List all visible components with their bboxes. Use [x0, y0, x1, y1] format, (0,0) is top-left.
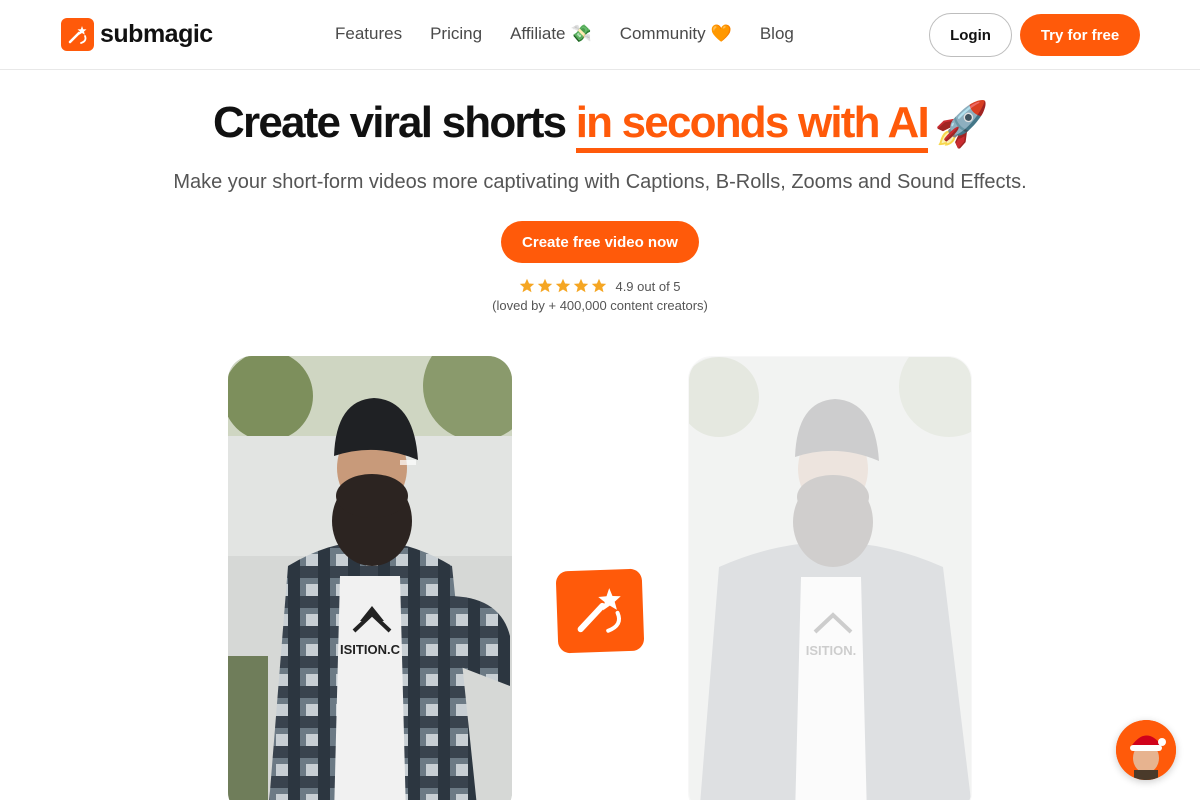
- submagic-logo-icon: [555, 568, 645, 654]
- nav-affiliate[interactable]: Affiliate 💸: [510, 24, 592, 44]
- create-free-video-button[interactable]: Create free video now: [501, 221, 699, 263]
- video-frame-right: ISITION.: [689, 357, 971, 800]
- magic-wand-icon: [61, 18, 94, 51]
- money-icon: 💸: [570, 24, 592, 43]
- try-for-free-button[interactable]: Try for free: [1020, 14, 1140, 56]
- rating-text: 4.9 out of 5: [615, 278, 681, 294]
- nav-blog-label: Blog: [759, 24, 794, 43]
- rocket-icon: 🚀: [933, 100, 989, 149]
- left-shirt-text: ISITION.C: [340, 642, 401, 657]
- brand-logo[interactable]: submagic: [61, 18, 213, 51]
- star-icon: [592, 278, 607, 293]
- login-button[interactable]: Login: [929, 13, 1012, 57]
- nav-affiliate-label: Affiliate: [510, 24, 566, 43]
- edited-video-preview[interactable]: ISITION.: [688, 356, 972, 800]
- hero-headline: Create viral shorts in seconds with AI 🚀: [0, 98, 1200, 153]
- avatar-santa-hat-icon: [1116, 720, 1176, 780]
- hero-subline: Make your short-form videos more captiva…: [173, 171, 1027, 193]
- nav-community-label: Community: [619, 24, 706, 43]
- star-icon: [538, 278, 553, 293]
- original-video-preview[interactable]: ISITION.C: [228, 356, 512, 800]
- support-chat-avatar[interactable]: [1116, 720, 1176, 780]
- main-nav: Features Pricing Affiliate 💸 Community 🧡 B…: [335, 24, 794, 44]
- nav-community[interactable]: Community 🧡: [620, 24, 732, 44]
- heart-icon: 🧡: [710, 24, 732, 43]
- star-icon: [556, 278, 571, 293]
- rating-row: 4.9 out of 5: [0, 278, 1200, 294]
- star-icon: [520, 278, 535, 293]
- headline-accent: in seconds with AI: [575, 100, 930, 153]
- star-icon: [574, 278, 589, 293]
- video-frame-left: ISITION.C: [228, 356, 512, 800]
- brand-name: submagic: [100, 20, 213, 48]
- right-shirt-text: ISITION.: [806, 643, 857, 658]
- nav-pricing-label: Pricing: [430, 24, 483, 43]
- nav-blog[interactable]: Blog: [760, 24, 794, 44]
- site-header: submagic Features Pricing Affiliate 💸 Com…: [0, 0, 1200, 70]
- nav-features[interactable]: Features: [335, 24, 402, 44]
- nav-pricing[interactable]: Pricing: [430, 24, 482, 44]
- loved-by-text: (loved by + 400,000 content creators): [492, 298, 708, 313]
- nav-features-label: Features: [335, 24, 403, 43]
- headline-plain: Create viral shorts: [213, 98, 567, 147]
